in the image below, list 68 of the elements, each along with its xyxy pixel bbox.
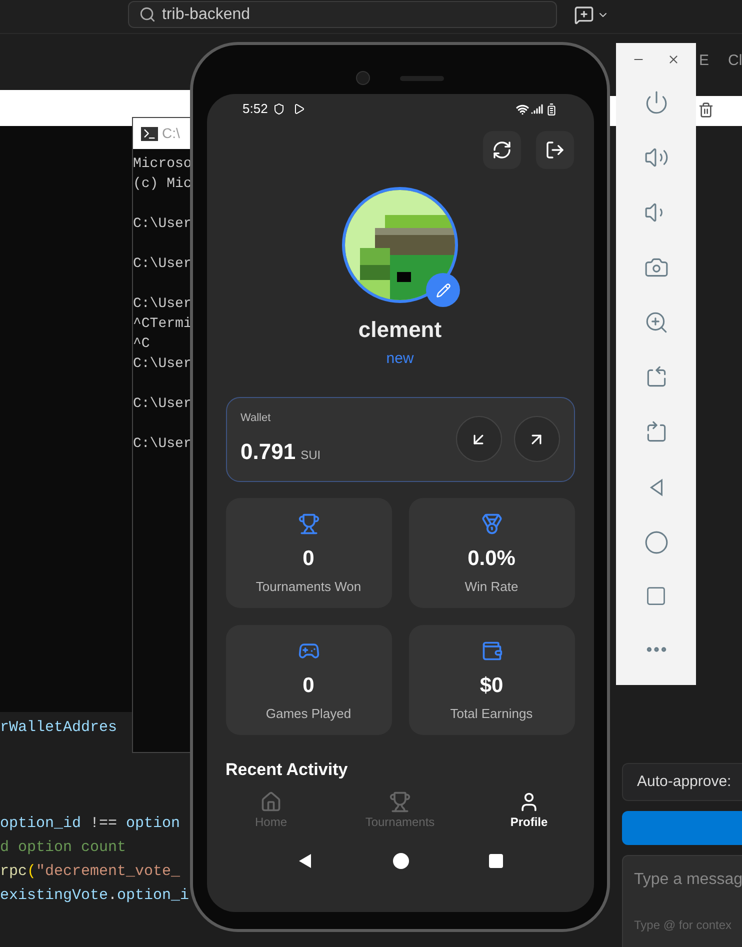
terminal-line: Microso xyxy=(133,155,193,174)
status-time: 5:52 xyxy=(242,100,268,118)
auto-approve-bar[interactable]: Auto-approve: xyxy=(622,763,742,801)
wifi-icon xyxy=(516,102,528,116)
stat-value: $0 xyxy=(480,672,504,698)
signal-icon xyxy=(530,103,542,115)
search-field[interactable]: trib-backend xyxy=(128,1,557,28)
search-icon xyxy=(139,6,156,23)
speaker-grille xyxy=(400,76,444,80)
terminal-line: C:\User xyxy=(133,215,193,234)
window-title: C:\ xyxy=(162,124,180,143)
power-icon[interactable] xyxy=(644,90,668,115)
trash-icon[interactable] xyxy=(698,102,714,118)
code-line: existingVote.option_i xyxy=(0,886,190,906)
stat-value: 0.0% xyxy=(468,546,516,572)
stat-label: Win Rate xyxy=(464,578,518,596)
wallet-unit: SUI xyxy=(300,446,321,464)
home-icon[interactable] xyxy=(393,852,409,868)
code-line: d option count xyxy=(0,838,128,858)
pencil-icon xyxy=(436,282,450,298)
trophy-icon xyxy=(298,512,320,534)
zoom-in-icon[interactable] xyxy=(644,310,668,335)
chat-icon[interactable] xyxy=(574,5,594,25)
stat-value: 0 xyxy=(302,672,314,698)
refresh-icon xyxy=(492,140,512,160)
stat-value: 0 xyxy=(302,546,314,572)
wallet-amount: 0.791 xyxy=(240,438,296,466)
edit-avatar-button[interactable] xyxy=(426,273,460,307)
terminal-line: C:\User xyxy=(133,255,193,274)
close-icon[interactable] xyxy=(667,53,680,66)
message-field[interactable]: Type a messag xyxy=(634,868,742,892)
battery-icon xyxy=(544,102,558,116)
section-title: Recent Activity xyxy=(226,758,349,778)
user-status: new xyxy=(386,349,414,369)
medal-icon xyxy=(480,512,502,534)
username: clement xyxy=(358,316,442,344)
terminal-line: C:\User xyxy=(133,395,193,414)
logout-button[interactable] xyxy=(536,131,574,169)
stat-label: Tournaments Won xyxy=(256,578,362,596)
tab-label[interactable]: E xyxy=(699,50,710,72)
terminal-line: ^CTermi xyxy=(133,315,193,334)
nav-tab[interactable]: Profile xyxy=(474,790,584,830)
play-icon xyxy=(292,103,305,115)
code-line: rWalletAddres xyxy=(0,718,118,738)
home-icon xyxy=(260,790,282,812)
wallet-label: Wallet xyxy=(240,411,272,426)
code-line: rpc("decrement_vote_ xyxy=(0,862,182,882)
terminal-icon xyxy=(141,126,158,140)
trophy-icon xyxy=(389,790,411,812)
terminal-line: (c) Mic xyxy=(133,175,193,194)
terminal-line: C:\User xyxy=(133,435,193,454)
receive-button[interactable] xyxy=(456,416,502,462)
camera-lens xyxy=(356,71,370,85)
overview-icon[interactable] xyxy=(489,854,503,868)
wallet-icon xyxy=(480,640,502,662)
tab-label[interactable]: Cl xyxy=(728,50,742,72)
stat-label: Games Played xyxy=(266,705,352,723)
shield-icon xyxy=(272,103,285,115)
refresh-button[interactable] xyxy=(482,131,520,169)
terminal-line: C:\User xyxy=(133,355,193,374)
code-line: option_id !== option xyxy=(0,814,182,834)
terminal-line: ^C xyxy=(133,335,151,354)
back-icon[interactable] xyxy=(297,852,313,868)
terminal-line: C:\User xyxy=(133,295,193,314)
send-button[interactable] xyxy=(514,416,560,462)
context-hint: Type @ for contex xyxy=(634,917,733,934)
logout-icon xyxy=(544,140,564,160)
stat-label: Total Earnings xyxy=(450,705,533,723)
